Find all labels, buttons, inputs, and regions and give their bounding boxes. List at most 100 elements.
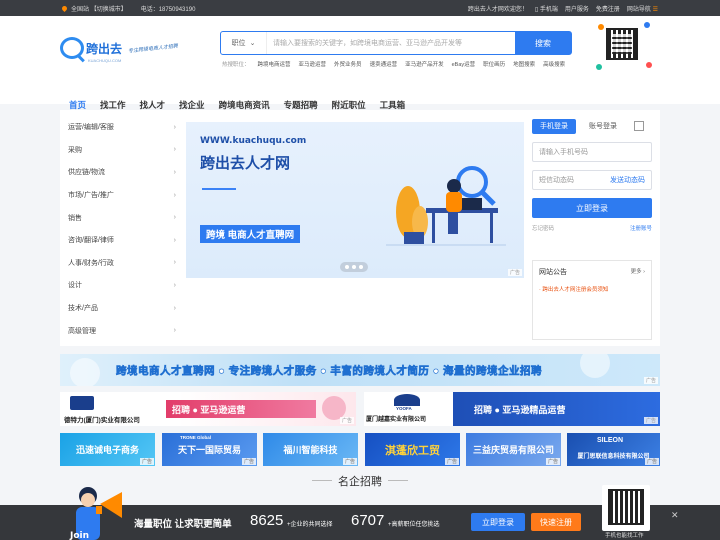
company-ad-small[interactable]: SILEON 厦门思联信息科技有限公司 广告 bbox=[567, 433, 660, 466]
banner-subtitle: 跨境 电商人才直聘网 bbox=[200, 225, 301, 243]
user-service-link[interactable]: 用户服务 bbox=[565, 4, 589, 13]
logo-subtext: KUACHUQU.COM bbox=[88, 58, 122, 63]
hot-term[interactable]: 职位画历 bbox=[483, 60, 505, 68]
hot-term[interactable]: eBay运营 bbox=[452, 60, 476, 68]
company-ad-small[interactable]: TRONE Global 天下一国际贸易 广告 bbox=[162, 433, 257, 466]
chevron-right-icon: › bbox=[173, 146, 176, 154]
company-ad-small[interactable]: 迅速诚电子商务 广告 bbox=[60, 433, 155, 466]
bottom-login-button[interactable]: 立即登录 bbox=[471, 513, 525, 531]
chevron-right-icon: › bbox=[173, 236, 176, 244]
header: 跨出去 专注跨境电商人才招聘 KUACHUQU.COM 职位⌄ 搜索 热搜职位：… bbox=[0, 16, 720, 120]
register-link[interactable]: 注册账号 bbox=[630, 224, 652, 232]
category-item[interactable]: 供应链/物流 › bbox=[68, 161, 176, 184]
search-input[interactable] bbox=[267, 32, 515, 54]
send-code-button[interactable]: 发送动态码 bbox=[610, 175, 645, 185]
category-item[interactable]: 人事/财务/行政 › bbox=[68, 252, 176, 275]
welcome-text: 跨出去人才网欢迎您！ bbox=[467, 7, 528, 13]
close-icon[interactable]: ✕ bbox=[671, 510, 679, 521]
deco-bubble bbox=[70, 358, 100, 386]
hot-search: 热搜职位： 跨境电商运营 亚马逊运营 外贸业务员 速卖通运营 亚马逊产品开发 e… bbox=[222, 60, 565, 68]
hot-search-label: 热搜职位： bbox=[222, 62, 250, 68]
ad-label: 广告 bbox=[644, 458, 659, 465]
chevron-down-icon: ⌄ bbox=[249, 40, 256, 47]
jobs-count: 6707 bbox=[351, 512, 385, 529]
bottom-slogan: 海量职位 让求职更简单 bbox=[134, 519, 232, 530]
svg-text:Join: Join bbox=[69, 531, 89, 540]
ad-label: 广告 bbox=[643, 377, 658, 384]
notice-item[interactable]: · 跨出去人才网注册会员须知 bbox=[533, 283, 651, 295]
search-type-select[interactable]: 职位 ⌄ bbox=[221, 32, 267, 54]
person-at-laptop-illustration bbox=[386, 166, 506, 246]
sms-code-field[interactable]: 短信动态码 发送动态码 bbox=[532, 170, 652, 190]
bottom-qr-code bbox=[602, 485, 650, 531]
logo-text: 跨出去 bbox=[86, 41, 123, 56]
phone-info: 电话：18750943190 bbox=[140, 7, 196, 13]
deco-dot bbox=[644, 22, 650, 28]
company-ad[interactable]: 德特力(厦门)实业有限公司 招聘 ● 亚马逊运营 广告 bbox=[60, 392, 356, 426]
switch-city-link[interactable]: 【切换城市】 bbox=[91, 7, 127, 13]
chevron-right-icon: › bbox=[173, 259, 176, 267]
carousel-dot[interactable] bbox=[345, 265, 349, 269]
qr-code-icon bbox=[606, 28, 638, 60]
ad-label: 广告 bbox=[545, 458, 560, 465]
free-register-link[interactable]: 免费注册 bbox=[596, 4, 620, 13]
category-item[interactable]: 咨询/翻译/律师 › bbox=[68, 229, 176, 252]
ad-label: 广告 bbox=[339, 417, 354, 424]
category-item[interactable]: 设计 › bbox=[68, 274, 176, 297]
tab-mobile-login[interactable]: 手机登录 bbox=[532, 118, 576, 134]
bottom-register-button[interactable]: 快速注册 bbox=[531, 513, 581, 531]
chevron-right-icon: › bbox=[173, 304, 176, 312]
company-brand: SILEON bbox=[597, 437, 624, 444]
hot-term[interactable]: 外贸业务员 bbox=[334, 60, 362, 68]
company-ad-small[interactable]: 淇蓬欣工贸 广告 bbox=[365, 433, 460, 466]
category-item[interactable]: 运营/编辑/客服 › bbox=[68, 116, 176, 139]
carousel-dot[interactable] bbox=[352, 265, 356, 269]
mobile-link[interactable]: ▯ 手机端 bbox=[535, 4, 558, 13]
category-item[interactable]: 技术/产品 › bbox=[68, 297, 176, 320]
company-ad[interactable]: YOOFA 厦门越嘉实业有限公司 招聘 ● 亚马逊精品运营 广告 bbox=[364, 392, 660, 426]
category-item[interactable]: 销售 › bbox=[68, 206, 176, 229]
site-nav-link[interactable]: 网站导航 ☰ bbox=[627, 4, 658, 13]
qr-code-icon bbox=[608, 489, 644, 525]
ad-label: 广告 bbox=[241, 458, 256, 465]
hot-term[interactable]: 亚马逊产品开发 bbox=[405, 60, 444, 68]
tab-account-login[interactable]: 账号登录 bbox=[580, 119, 626, 134]
company-name: 厦门越嘉实业有限公司 bbox=[366, 417, 427, 423]
ad-label: 广告 bbox=[139, 458, 154, 465]
wide-ad-banner[interactable]: 跨境电商人才直聘网 ● 专注跨境人才服务 ● 丰富的跨境人才简历 ● 海量的跨境… bbox=[60, 354, 660, 386]
header-qr-code bbox=[594, 20, 656, 76]
chevron-right-icon: › bbox=[173, 191, 176, 199]
category-item[interactable]: 采购 › bbox=[68, 139, 176, 162]
login-tabs: 手机登录 账号登录 bbox=[532, 118, 652, 134]
chevron-right-icon: › bbox=[173, 168, 176, 176]
hot-term[interactable]: 高级搜索 bbox=[543, 60, 565, 68]
category-item[interactable]: 市场/广告/推广 › bbox=[68, 184, 176, 207]
job-ribbon: 招聘 ● 亚马逊精品运营 bbox=[474, 404, 566, 415]
deco-dot bbox=[646, 62, 652, 68]
company-ad-small[interactable]: 三益庆贸易有限公司 广告 bbox=[466, 433, 561, 466]
job-ribbon: 招聘 ● 亚马逊运营 bbox=[166, 400, 316, 418]
hot-term[interactable]: 地图搜索 bbox=[513, 60, 535, 68]
hot-term[interactable]: 跨境电商运营 bbox=[258, 60, 291, 68]
banner-divider bbox=[202, 188, 236, 190]
carousel-dots[interactable] bbox=[340, 262, 368, 272]
qr-login-icon[interactable] bbox=[634, 121, 644, 131]
main-panel: 运营/编辑/客服 › 采购 › 供应链/物流 › 市场/广告/推广 › 销售 › 咨询/翻… bbox=[60, 110, 660, 346]
company-ad-small[interactable]: 福川智能科技 广告 bbox=[263, 433, 358, 466]
hot-term[interactable]: 速卖通运营 bbox=[370, 60, 398, 68]
qr-caption: 手机也能找工作 bbox=[605, 533, 644, 539]
search-bar: 职位⌄ 搜索 bbox=[220, 31, 572, 55]
category-item[interactable]: 高级管理 › bbox=[68, 319, 176, 342]
login-button[interactable]: 立即登录 bbox=[532, 198, 652, 218]
ad-label: 广告 bbox=[444, 458, 459, 465]
notice-more-link[interactable]: 更多 › bbox=[631, 267, 645, 277]
ad-label: 广告 bbox=[342, 458, 357, 465]
hero-banner[interactable]: WWW.kuachuqu.com 跨出去人才网 跨境 电商人才直聘网 广告 bbox=[186, 122, 524, 278]
forgot-password-link[interactable]: 忘记密码 bbox=[532, 224, 554, 232]
menu-icon: ☰ bbox=[652, 7, 658, 13]
phone-field[interactable]: 请输入手机号码 bbox=[532, 142, 652, 162]
hot-term[interactable]: 亚马逊运营 bbox=[299, 60, 327, 68]
search-button[interactable]: 搜索 bbox=[515, 32, 571, 54]
carousel-dot[interactable] bbox=[359, 265, 363, 269]
deco-dot bbox=[596, 64, 602, 70]
